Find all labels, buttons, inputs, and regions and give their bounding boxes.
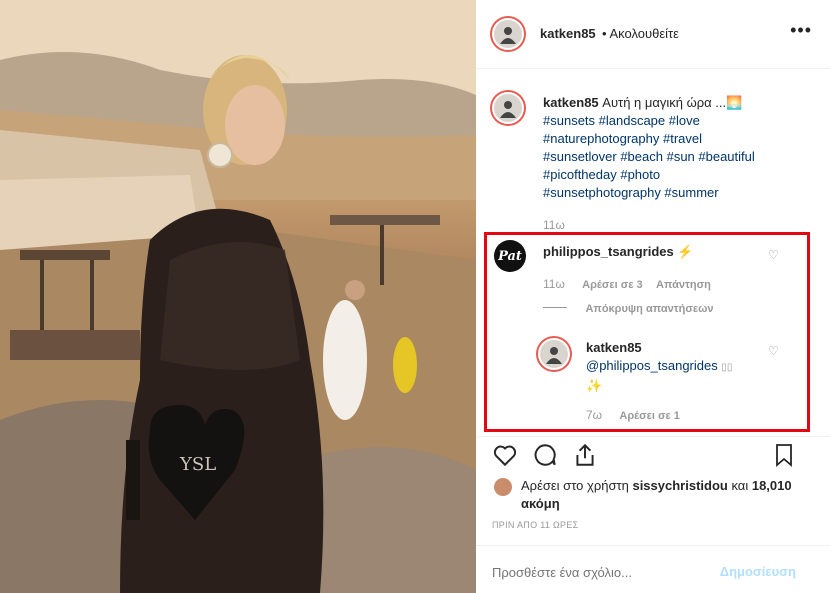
comment-icon[interactable] — [532, 442, 558, 468]
caption-username[interactable]: katken85 — [543, 95, 599, 110]
bookmark-icon[interactable] — [772, 442, 796, 468]
post-photo[interactable]: YSL — [0, 0, 476, 593]
user-photo-icon — [500, 27, 516, 44]
likes-prefix: Αρέσει στο χρήστη — [521, 478, 629, 493]
author-avatar[interactable] — [492, 18, 524, 50]
hashtag-line[interactable]: #sunsetphotography #summer — [543, 184, 813, 202]
caption-text: Αυτή η μαγική ώρα ...🌅 — [602, 95, 743, 110]
hashtag-line[interactable]: #picoftheday #photo — [543, 166, 813, 184]
hashtag-line[interactable]: #sunsets #landscape #love — [543, 112, 813, 130]
section-divider — [476, 545, 830, 546]
post-header: katken85 • Ακολουθείτε ••• — [476, 0, 830, 69]
hashtag-line[interactable]: #naturephotography #travel — [543, 130, 813, 148]
caption-time[interactable]: 11ω — [543, 218, 565, 232]
author-username[interactable]: katken85 — [540, 26, 596, 41]
likes-username[interactable]: sissychristidou — [632, 478, 727, 493]
user-photo-icon — [500, 101, 516, 118]
comment-input[interactable] — [490, 558, 714, 586]
post-timestamp[interactable]: ΠΡΙΝ ΑΠΟ 11 ΩΡΕΣ — [492, 520, 578, 530]
likes-mid: και — [731, 478, 749, 493]
photo-scene: YSL — [0, 0, 476, 593]
section-divider — [476, 436, 830, 437]
hashtag-line[interactable]: #sunsetlover #beach #sun #beautiful — [543, 148, 813, 166]
svg-text:YSL: YSL — [179, 454, 216, 475]
post-button[interactable]: Δημοσίευση — [720, 564, 796, 579]
follow-status[interactable]: • Ακολουθείτε — [602, 26, 679, 41]
liker-avatar[interactable] — [494, 478, 512, 496]
more-dots-icon[interactable]: ••• — [790, 20, 812, 41]
heart-icon[interactable] — [492, 442, 518, 468]
highlight-box — [484, 232, 810, 432]
caption-avatar[interactable] — [492, 92, 524, 124]
share-icon[interactable] — [572, 442, 598, 468]
